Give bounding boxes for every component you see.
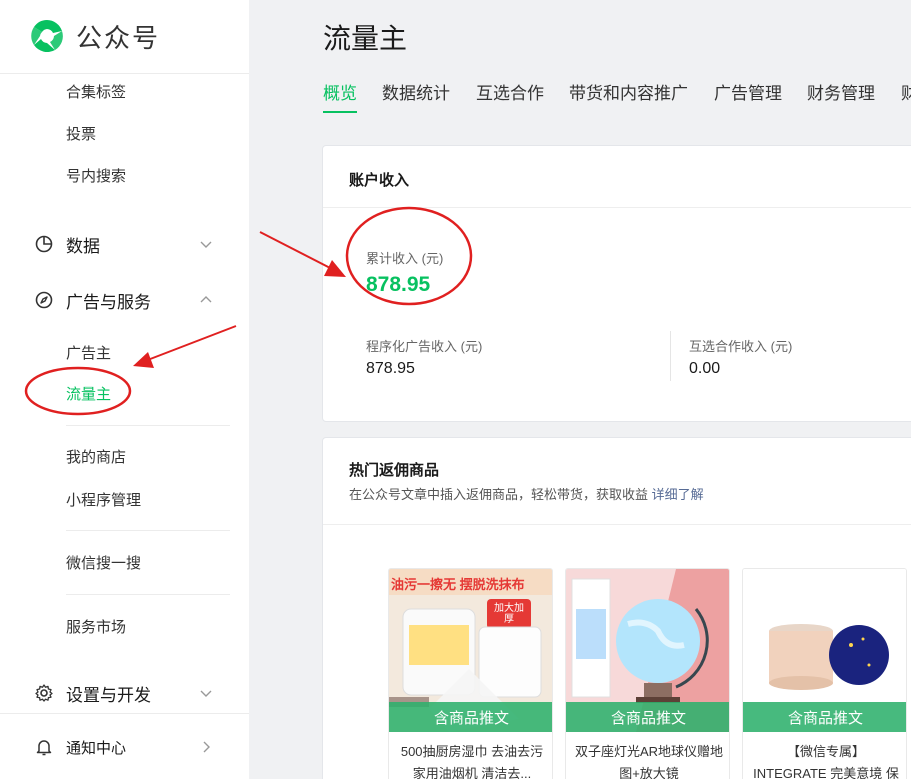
tab-goods-promotion[interactable]: 带货和内容推广: [569, 79, 688, 113]
sidebar-item-vote[interactable]: 投票: [66, 123, 96, 144]
product-title: 【微信专属】INTEGRATE 完美意境 保湿粉底...: [753, 744, 899, 779]
gear-icon: [35, 684, 53, 702]
divider: [670, 331, 671, 381]
mutual-income-label: 互选合作收入 (元): [689, 339, 793, 354]
tab-mutual-selection[interactable]: 互选合作: [476, 79, 544, 113]
chevron-up-icon: [200, 296, 212, 303]
divider: [323, 207, 911, 208]
product-card[interactable]: 油污一擦无 摆脱洗抹布 加大加厚 含商品推文 500抽厨房湿巾 去油去污 家用油…: [388, 568, 553, 779]
total-income-value: 878.95: [366, 273, 431, 296]
sidebar-item-traffic-owner[interactable]: 流量主: [66, 383, 111, 404]
compass-icon: [35, 291, 53, 309]
total-income-label: 累计收入 (元): [366, 251, 444, 266]
divider: [0, 73, 249, 74]
chevron-right-icon: [203, 741, 210, 753]
divider: [0, 713, 249, 714]
product-card[interactable]: 含商品推文 双子座灯光AR地球仪赠地图+放大镜: [565, 568, 730, 779]
product-title: 双子座灯光AR地球仪赠地图+放大镜: [574, 744, 724, 779]
bell-icon: [36, 740, 52, 756]
sidebar-group-settings[interactable]: 设置与开发: [34, 678, 216, 708]
hot-products-card: 热门返佣商品 在公众号文章中插入返佣商品，轻松带货，获取收益 详细了解 油污一擦…: [322, 437, 911, 779]
hot-products-description: 在公众号文章中插入返佣商品，轻松带货，获取收益 详细了解: [349, 484, 704, 503]
divider: [323, 524, 911, 525]
sidebar-item-in-account-search[interactable]: 号内搜索: [66, 165, 126, 186]
product-badge: 含商品推文: [566, 702, 729, 732]
divider: [66, 425, 230, 426]
product-image-caption: 油污一擦无 摆脱洗抹布: [391, 577, 525, 592]
learn-more-link[interactable]: 详细了解: [652, 487, 704, 502]
brand-name: 公众号: [76, 22, 161, 53]
programmatic-income-value: 878.95: [366, 360, 415, 377]
wechat-official-logo-icon: [31, 20, 63, 53]
chevron-down-icon: [200, 241, 212, 248]
sidebar-item-advertiser[interactable]: 广告主: [66, 342, 111, 363]
sidebar-group-notifications[interactable]: 通知中心: [34, 732, 216, 762]
product-badge: 含商品推文: [743, 702, 906, 732]
sidebar-group-data[interactable]: 数据: [34, 229, 216, 259]
chevron-down-icon: [200, 690, 212, 697]
divider: [66, 530, 230, 531]
account-income-card: 账户收入 累计收入 (元) 878.95 程序化广告收入 (元) 878.95 …: [322, 145, 911, 422]
description-text: 在公众号文章中插入返佣商品，轻松带货，获取收益: [349, 487, 649, 502]
brand[interactable]: 公众号: [28, 16, 160, 56]
sidebar-item-my-store[interactable]: 我的商店: [66, 446, 126, 467]
tab-ad-management[interactable]: 广告管理: [714, 79, 782, 113]
sidebar: 公众号 合集标签 投票 号内搜索 数据 广告与服务 广告主 流量主 我的商店 小…: [0, 0, 249, 779]
page-title: 流量主: [323, 23, 408, 54]
sidebar-group-label: 数据: [66, 236, 100, 256]
product-card[interactable]: 含商品推文 【微信专属】INTEGRATE 完美意境 保湿粉底...: [742, 568, 907, 779]
pie-chart-icon: [35, 235, 53, 253]
sidebar-item-wechat-search[interactable]: 微信搜一搜: [66, 552, 141, 573]
product-title: 500抽厨房湿巾 去油去污 家用油烟机 清洁去...: [400, 744, 544, 779]
tab-data-statistics[interactable]: 数据统计: [382, 79, 450, 113]
card-title: 账户收入: [349, 172, 410, 189]
programmatic-income-label: 程序化广告收入 (元): [366, 339, 483, 354]
product-badge: 含商品推文: [389, 702, 552, 732]
tab-finance[interactable]: 财务管理: [807, 79, 875, 113]
card-title: 热门返佣商品: [349, 462, 440, 479]
divider: [66, 594, 230, 595]
tab-truncated[interactable]: 财: [901, 79, 911, 113]
mutual-income-value: 0.00: [689, 360, 721, 377]
sidebar-group-label: 广告与服务: [66, 292, 151, 312]
sidebar-group-label: 通知中心: [66, 739, 127, 757]
product-image-tag: 加大加厚: [494, 603, 524, 625]
sidebar-group-label: 设置与开发: [66, 685, 151, 705]
sidebar-item-mini-program[interactable]: 小程序管理: [66, 489, 141, 510]
tab-overview[interactable]: 概览: [323, 79, 357, 113]
sidebar-item-service-market[interactable]: 服务市场: [66, 616, 126, 637]
sidebar-group-ads-services[interactable]: 广告与服务: [34, 285, 216, 315]
sidebar-item-collection-tags[interactable]: 合集标签: [66, 81, 126, 102]
